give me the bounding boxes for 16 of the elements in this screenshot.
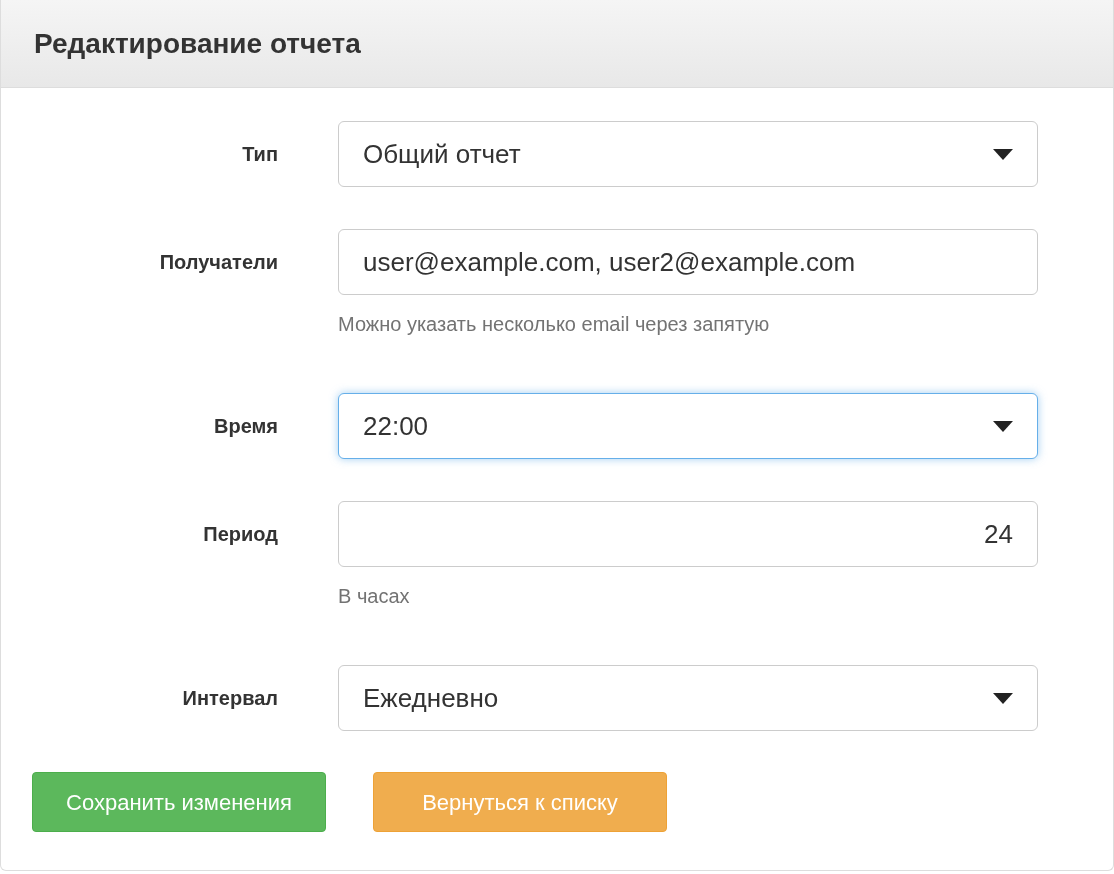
help-text: Можно указать несколько email через запятую <box>338 312 771 336</box>
input-field[interactable]: user@example.com, user2@example.com <box>338 229 1038 295</box>
caret-icon <box>993 692 1013 704</box>
field-label: Время <box>213 414 278 439</box>
field-label: Получатели <box>158 250 278 275</box>
help-text: В часах <box>338 584 411 608</box>
select-field[interactable]: Общий отчет <box>338 121 1038 187</box>
caret-icon <box>993 420 1013 432</box>
field-label: Тип <box>241 142 278 167</box>
field-label: Интервал <box>181 686 278 711</box>
caret-icon <box>993 148 1013 160</box>
input-field[interactable]: 24 <box>338 501 1038 567</box>
field-label: Период <box>202 522 278 547</box>
select-field[interactable]: Ежедневно <box>338 665 1038 731</box>
select-field[interactable]: 22:00 <box>338 393 1038 459</box>
panel-title: Редактирование отчета <box>34 26 361 61</box>
